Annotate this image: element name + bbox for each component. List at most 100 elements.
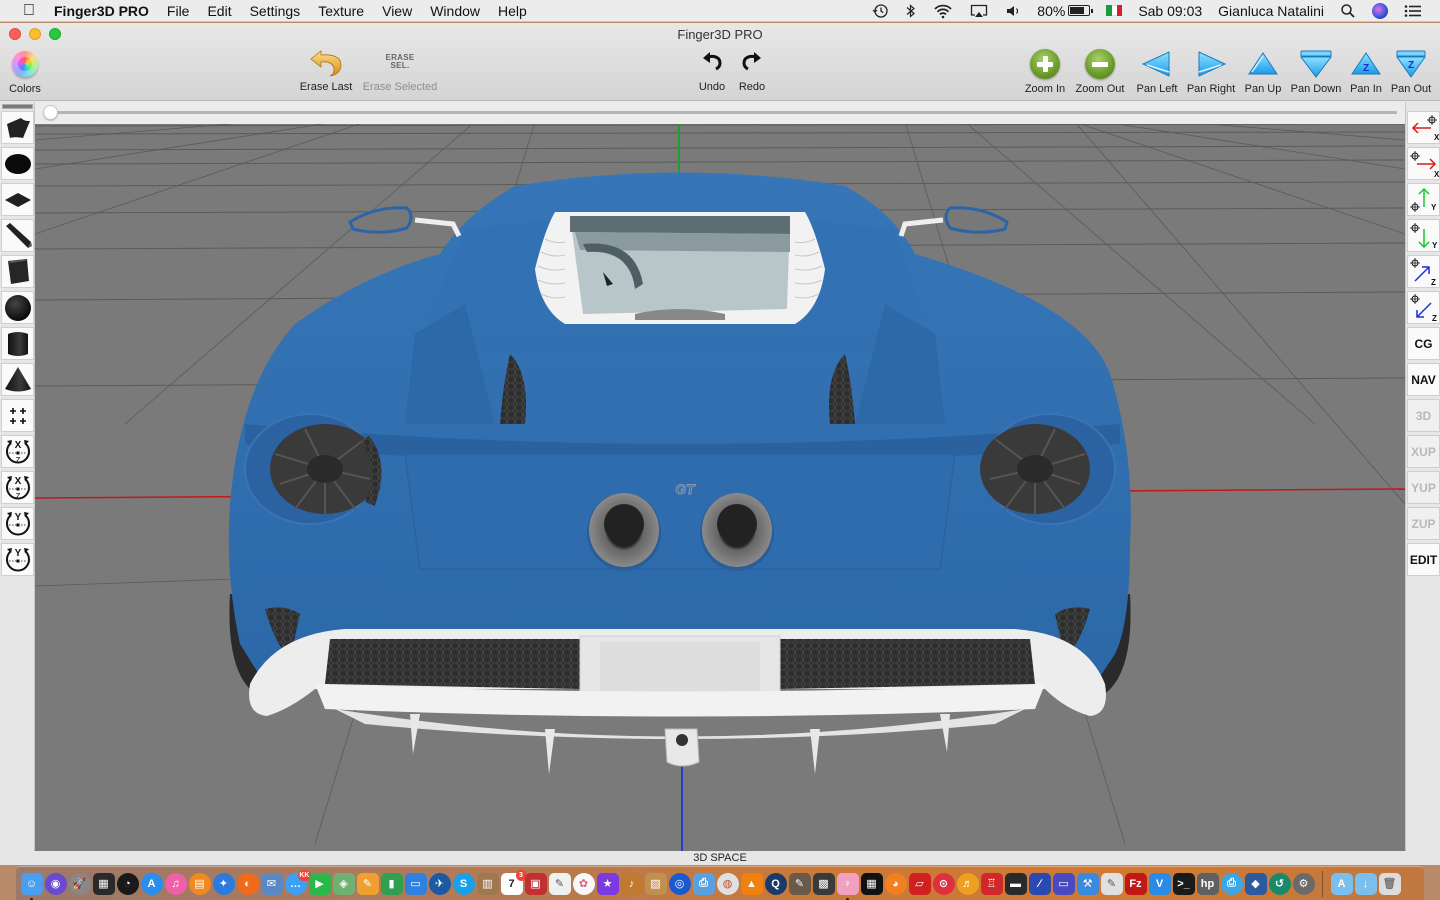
dock-itunes-icon[interactable]: ♫ [164, 872, 187, 895]
notification-center-icon[interactable] [1396, 4, 1430, 18]
view-3d-button[interactable]: 3D [1407, 399, 1440, 432]
dock-script-editor-icon[interactable]: ✎ [1100, 872, 1123, 895]
dock-dashboard-icon[interactable]: ◔ [116, 872, 139, 895]
pan-down-button[interactable]: Pan Down [1288, 46, 1344, 95]
dock-gimp-icon[interactable]: ✎ [788, 872, 811, 895]
dock-photo-booth-icon[interactable]: ▣ [524, 872, 547, 895]
airplay-icon[interactable] [961, 3, 997, 19]
3d-scene[interactable]: GT [35, 124, 1405, 851]
move-y-negative-button[interactable]: Y [1407, 219, 1440, 252]
dock-image-app-icon[interactable]: ♀ [836, 872, 859, 900]
dock-aegisub-icon[interactable]: ∕ [1028, 872, 1051, 895]
slider-track[interactable] [45, 111, 1397, 114]
menu-help[interactable]: Help [489, 3, 536, 19]
menu-texture[interactable]: Texture [309, 3, 373, 19]
wedge-tool[interactable] [1, 219, 34, 252]
dock-vlc-icon[interactable]: ▲ [740, 872, 763, 895]
dock-downloads-folder-icon[interactable]: ↓ [1354, 872, 1377, 895]
dock-xcode-icon[interactable]: ⚒ [1076, 872, 1099, 895]
erase-last-button[interactable]: Erase Last [296, 44, 356, 93]
dock-keynote-icon[interactable]: ▭ [404, 872, 427, 895]
dock-garageband-icon[interactable]: ♪ [620, 872, 643, 895]
pan-out-button[interactable]: Z Pan Out [1388, 46, 1434, 95]
dock-mission-control-icon[interactable]: ▦ [92, 872, 115, 895]
colors-button[interactable]: Colors [6, 46, 44, 95]
dock-remote-app-icon[interactable]: ▬ [1004, 872, 1027, 895]
x-up-button[interactable]: XUP [1407, 435, 1440, 468]
toolbar-grip[interactable] [2, 104, 33, 109]
siri-icon[interactable] [1364, 2, 1396, 19]
dock-sketchup-icon[interactable]: ▱ [908, 872, 931, 895]
dock-quicktime-icon[interactable]: Q [764, 872, 787, 895]
dock-joystick-app-icon[interactable]: ♖ [980, 872, 1003, 895]
dock-siri-icon[interactable]: ◉ [44, 872, 67, 895]
view-slider[interactable] [35, 102, 1405, 124]
menu-settings[interactable]: Settings [241, 3, 310, 19]
redo-button[interactable]: Redo [734, 44, 770, 93]
clock[interactable]: Sab 09:03 [1130, 3, 1210, 19]
menu-window[interactable]: Window [421, 3, 489, 19]
dock-preview-icon[interactable]: ▧ [644, 872, 667, 895]
time-machine-icon[interactable] [863, 3, 897, 19]
menu-app-name[interactable]: Finger3D PRO [54, 3, 158, 19]
dock-numbers-icon[interactable]: ▮ [380, 872, 403, 895]
spotlight-search-icon[interactable] [1332, 3, 1364, 19]
erase-selected-button[interactable]: ERASE SEL. Erase Selected [358, 44, 442, 94]
move-x-negative-button[interactable]: X [1407, 111, 1440, 144]
move-z-negative-button[interactable]: Z [1407, 291, 1440, 324]
zoom-out-button[interactable]: Zoom Out [1072, 46, 1128, 95]
multi-add-tool[interactable] [1, 399, 34, 432]
dock-safari-icon[interactable]: ✦ [212, 872, 235, 895]
cylinder-tool[interactable] [1, 327, 34, 360]
dock-ibooks-icon[interactable]: ▤ [188, 872, 211, 895]
slider-thumb[interactable] [43, 105, 58, 120]
dock-trash-icon[interactable]: 🗑 [1378, 872, 1401, 895]
dock-system-preferences-icon[interactable]: ⚙ [1292, 872, 1315, 895]
rotate-xz-cw-tool[interactable]: XZ [1, 435, 34, 468]
undo-button[interactable]: Undo [694, 44, 730, 93]
zoom-in-button[interactable]: Zoom In [1020, 46, 1070, 95]
cone-tool[interactable] [1, 363, 34, 396]
edit-button[interactable]: EDIT [1407, 543, 1440, 576]
move-x-positive-button[interactable]: X [1407, 147, 1440, 180]
nav-button[interactable]: NAV [1407, 363, 1440, 396]
dock-textedit-icon[interactable]: ✎ [548, 872, 571, 895]
apple-logo-icon[interactable]:  [18, 2, 40, 20]
dock-messages-icon[interactable]: … KK [284, 869, 311, 895]
dock-finder-icon[interactable]: ☺ [20, 872, 43, 900]
y-up-button[interactable]: YUP [1407, 471, 1440, 504]
dock-skype-icon[interactable]: S [452, 872, 475, 895]
pan-up-button[interactable]: Pan Up [1240, 46, 1286, 95]
z-up-button[interactable]: ZUP [1407, 507, 1440, 540]
move-y-positive-button[interactable]: Y [1407, 183, 1440, 216]
dock-calendar-icon[interactable]: 73 [500, 869, 527, 895]
rotate-xz-ccw-tool[interactable]: XZ [1, 471, 34, 504]
menu-view[interactable]: View [373, 3, 421, 19]
rotate-y-cw-tool[interactable]: Y [1, 507, 34, 540]
pan-right-button[interactable]: Pan Right [1184, 46, 1238, 95]
dock-record-app-icon[interactable]: ⊙ [932, 872, 955, 895]
3d-viewport[interactable]: GT [35, 124, 1405, 851]
dock-hp-easy-start-icon[interactable]: ⎙ [1220, 872, 1243, 895]
dock-scanner-app-icon[interactable]: ▩ [812, 872, 835, 895]
dock-screen-app-icon[interactable]: ▭ [1052, 872, 1075, 895]
volume-icon[interactable] [997, 3, 1029, 19]
dock-blender-icon[interactable]: ◕ [884, 872, 907, 895]
rotate-y-ccw-tool[interactable]: Y [1, 543, 34, 576]
dock-app-store-icon[interactable]: A [140, 872, 163, 895]
dock-hp-scanner-icon[interactable]: hp [1196, 872, 1219, 895]
dock-imovie-icon[interactable]: ★ [596, 872, 619, 895]
sphere-tool[interactable] [1, 291, 34, 324]
pan-left-button[interactable]: Pan Left [1132, 46, 1182, 95]
dock-virtualbox-icon[interactable]: ◆ [1244, 872, 1267, 895]
italian-flag-input-icon[interactable] [1098, 5, 1130, 16]
wifi-icon[interactable] [925, 3, 961, 19]
dock-openoffice-icon[interactable]: ✈ [428, 872, 451, 895]
dock-pages-icon[interactable]: ✎ [356, 872, 379, 895]
dock-time-machine-icon[interactable]: ↺ [1268, 872, 1291, 895]
car-model[interactable]: GT [228, 172, 1131, 775]
dock-filezilla-icon[interactable]: Fz [1124, 872, 1147, 895]
ellipse-disc-tool[interactable] [1, 147, 34, 180]
dock-film-app-icon[interactable]: ▦ [860, 872, 883, 895]
dock-vs-code-icon[interactable]: V [1148, 872, 1171, 895]
